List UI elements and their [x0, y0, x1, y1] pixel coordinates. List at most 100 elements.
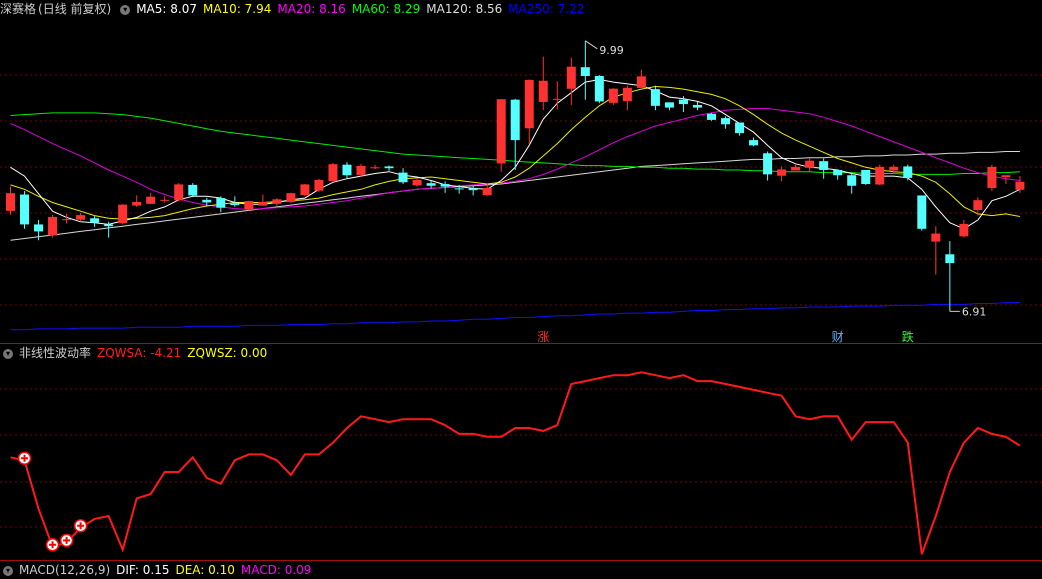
- candle-body: [692, 104, 702, 108]
- volatility-chart[interactable]: [0, 362, 1042, 560]
- ma-readout-3: MA60: 8.29: [351, 2, 421, 16]
- candle-body: [889, 166, 899, 171]
- candle-body: [721, 118, 731, 125]
- candlestick-chart[interactable]: 9.99 6.91 涨 财 跌: [0, 18, 1042, 343]
- candle-body: [987, 166, 997, 189]
- event-marker-2: 跌: [902, 329, 914, 343]
- macd-readout-0: DIF: 0.15: [116, 563, 170, 577]
- price-panel-header: 深赛格 (日线 前复权) ▾ MA5: 8.07 MA10: 7.94 MA20: 8.1…: [0, 0, 1042, 18]
- candle-body: [973, 200, 983, 210]
- candle-body: [791, 166, 801, 171]
- candle-body: [903, 166, 913, 178]
- candle-body: [202, 199, 212, 203]
- candle-body: [48, 216, 58, 236]
- candle-body: [959, 223, 969, 237]
- candle-body: [777, 169, 787, 176]
- candle-body: [1001, 175, 1011, 177]
- candle-body: [552, 98, 562, 100]
- ma-readout-2: MA20: 8.16: [277, 2, 346, 16]
- candle-body: [272, 199, 282, 204]
- macd-panel-header: ▾ MACD(12,26,9) DIF: 0.15 DEA: 0.10 MACD: 0.…: [0, 561, 1042, 579]
- candle-body: [104, 224, 114, 227]
- candle-body: [160, 199, 170, 201]
- buy-signal-icon: [73, 518, 88, 533]
- candle-body: [342, 164, 352, 176]
- ma250-line: [10, 302, 1020, 331]
- candle-body: [763, 153, 773, 175]
- candle-body: [300, 184, 310, 196]
- candle-body: [188, 184, 198, 196]
- candle-body: [622, 87, 632, 102]
- candle-body: [847, 175, 857, 186]
- candle-body: [216, 198, 226, 208]
- buy-signal-icon: [45, 538, 60, 552]
- dropdown-icon[interactable]: ▾: [120, 4, 131, 15]
- candle-body: [6, 193, 15, 211]
- candle-body: [90, 218, 100, 223]
- candle-body: [580, 67, 590, 76]
- indicator-dropdown-icon[interactable]: ▾: [3, 348, 13, 359]
- ma-readout-5: MA250: 7.22: [508, 2, 585, 16]
- candle-body: [468, 188, 478, 191]
- candle-body: [566, 66, 576, 89]
- candle-body: [931, 233, 941, 242]
- indicator-panel-header: ▾ 非线性波动率 ZQWSA: -4.21 ZQWSZ: 0.00: [0, 344, 1042, 362]
- macd-readout-1: DEA: 0.10: [175, 563, 235, 577]
- candle-body: [510, 99, 520, 141]
- candle-body: [426, 183, 436, 186]
- candle-body: [118, 204, 128, 224]
- buy-signal-icon: [17, 451, 32, 466]
- candle-body: [34, 224, 44, 232]
- candle-body: [805, 160, 815, 168]
- candle-body: [146, 196, 156, 204]
- high-pointer: [585, 40, 598, 50]
- candle-body: [707, 113, 716, 120]
- candle-body: [244, 201, 254, 210]
- candle-body: [636, 76, 646, 88]
- candle-body: [650, 89, 660, 106]
- candle-body: [538, 80, 548, 102]
- indicator-readout-0: ZQWSA: -4.21: [97, 346, 182, 360]
- candle-body: [258, 201, 268, 206]
- event-marker-0: 涨: [537, 329, 549, 343]
- ma-readout-1: MA10: 7.94: [202, 2, 272, 16]
- candle-body: [875, 166, 885, 185]
- macd-dropdown-icon[interactable]: ▾: [3, 565, 13, 576]
- candle-body: [230, 203, 240, 206]
- candle-body: [735, 122, 745, 134]
- buy-signal-icon: [59, 533, 74, 548]
- candle-body: [496, 99, 506, 164]
- candle-body: [370, 167, 380, 169]
- adjust-mode: (日线 前复权): [38, 2, 112, 16]
- candle-body: [314, 180, 324, 191]
- candle-body: [62, 219, 72, 221]
- ma-readout-4: MA120: 8.56: [426, 2, 503, 16]
- candle-body: [20, 194, 30, 225]
- high-price-label: 9.99: [599, 44, 624, 57]
- macd-readout-2: MACD: 0.09: [240, 563, 312, 577]
- candle-body: [524, 79, 534, 129]
- candle-body: [861, 169, 871, 185]
- candle-body: [440, 184, 450, 187]
- candle-body: [833, 169, 843, 176]
- low-price-label: 6.91: [962, 305, 987, 318]
- candle-body: [328, 164, 338, 182]
- candle-body: [356, 165, 366, 175]
- candle-body: [412, 180, 422, 186]
- indicator-readout-1: ZQWSZ: 0.00: [187, 346, 268, 360]
- event-marker-1: 财: [832, 330, 844, 343]
- candle-body: [132, 201, 142, 206]
- candle-body: [1015, 181, 1025, 190]
- indicator-name: 非线性波动率: [19, 346, 92, 360]
- candle-body: [594, 75, 604, 102]
- candle-body: [454, 188, 464, 190]
- candle-body: [678, 99, 688, 105]
- candle-body: [945, 254, 955, 264]
- candle-body: [76, 215, 86, 220]
- candle-body: [917, 195, 927, 229]
- candle-body: [819, 161, 829, 170]
- candle-body: [664, 102, 674, 108]
- candle-body: [749, 140, 759, 146]
- candle-body: [482, 187, 492, 196]
- ma-readout-0: MA5: 8.07: [136, 2, 197, 16]
